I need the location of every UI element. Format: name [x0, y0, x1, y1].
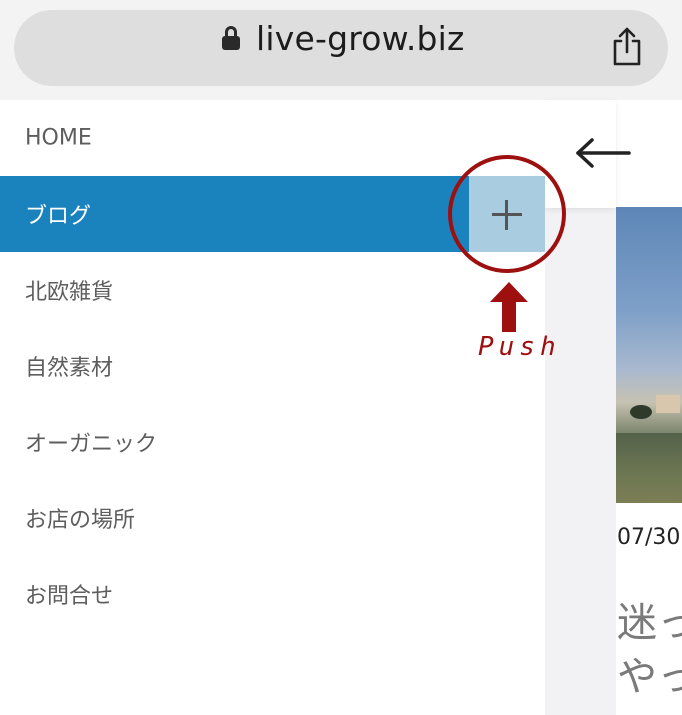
menu-item-natural-materials[interactable]: 自然素材	[0, 328, 545, 404]
share-icon[interactable]	[609, 26, 645, 68]
article-photo[interactable]	[616, 207, 682, 503]
menu-item-organic[interactable]: オーガニック	[0, 404, 545, 480]
photo-building	[656, 395, 680, 413]
menu-item-shop-location[interactable]: お店の場所	[0, 480, 545, 556]
url-text: live-grow.biz	[256, 18, 465, 58]
menu-item-blog[interactable]: ブログ	[0, 176, 469, 252]
url-display[interactable]: live-grow.biz	[222, 18, 465, 58]
browser-toolbar: live-grow.biz	[0, 0, 682, 100]
annotation-label: Push	[478, 332, 561, 362]
photo-ground	[616, 433, 682, 503]
menu-item-label: 自然素材	[25, 356, 114, 381]
annotation-circle	[448, 155, 566, 273]
article-date: 07/30	[617, 525, 681, 550]
menu-item-contact[interactable]: お問合せ	[0, 556, 545, 632]
menu-item-nordic-goods[interactable]: 北欧雑貨	[0, 252, 545, 328]
menu-item-label: お問合せ	[25, 584, 114, 609]
menu-item-label: ブログ	[25, 204, 92, 229]
menu-item-label: 北欧雑貨	[25, 280, 114, 305]
arrow-up-icon	[490, 282, 528, 332]
photo-trees	[630, 405, 652, 419]
menu-item-label: HOME	[25, 125, 92, 151]
menu-item-label: オーガニック	[25, 432, 158, 457]
lock-icon	[222, 26, 240, 50]
article-title[interactable]: 迷っ やっ	[617, 596, 682, 704]
arrow-left-icon[interactable]	[574, 136, 632, 170]
menu-item-label: お店の場所	[25, 508, 136, 533]
menu-item-home[interactable]: HOME	[0, 100, 545, 176]
